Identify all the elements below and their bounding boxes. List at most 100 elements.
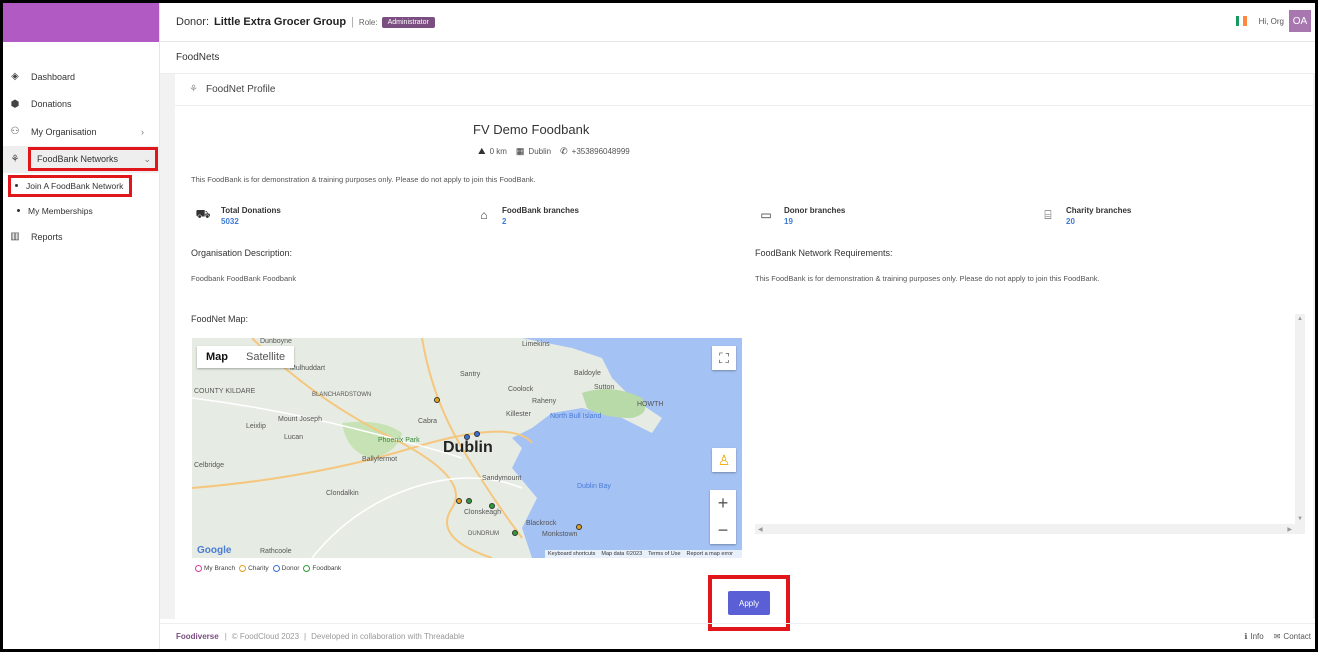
- demo-notice: This FoodBank is for demonstration & tra…: [191, 175, 536, 184]
- map-pin-foodbank[interactable]: [512, 530, 518, 536]
- sidebar-item-foodbank-networks[interactable]: ⚘ FoodBank Networks ⌄: [3, 145, 160, 173]
- network-icon: ⚘: [189, 84, 198, 95]
- cart-icon: ⛟: [195, 207, 211, 221]
- scroll-down-icon[interactable]: ▼: [1297, 516, 1303, 522]
- fullscreen-icon[interactable]: ⛶: [712, 346, 736, 370]
- bar-chart-icon: ▥: [10, 231, 20, 243]
- sidebar-item-label: Dashboard: [31, 71, 76, 82]
- map-place: BLANCHARDSTOWN: [312, 392, 372, 398]
- zoom-out-button[interactable]: −: [710, 517, 736, 544]
- scroll-up-icon[interactable]: ▲: [1297, 316, 1303, 322]
- sidebar-item-label: Reports: [31, 231, 63, 242]
- vertical-scrollbar[interactable]: ▲ ▼: [1295, 314, 1305, 534]
- map-pin-foodbank[interactable]: [466, 498, 472, 504]
- user-area: Hi, Org OA: [1235, 10, 1311, 32]
- footer-contact-link[interactable]: ✉ Contact: [1274, 632, 1311, 641]
- org-chart-icon: ⚇: [10, 126, 20, 138]
- map-place: Coolock: [508, 386, 534, 393]
- map-section-label: FoodNet Map:: [191, 314, 249, 324]
- sidebar-item-label: My Organisation: [31, 126, 97, 137]
- map-tab-satellite[interactable]: Satellite: [237, 346, 294, 368]
- stat-value: 2: [502, 217, 507, 226]
- map-place: HOWTH: [637, 401, 664, 408]
- horizontal-scrollbar[interactable]: ◀ ▶: [755, 524, 1295, 534]
- pegman-icon[interactable]: ♙: [712, 448, 736, 472]
- info-icon: ℹ: [1244, 632, 1248, 641]
- city: Dublin: [528, 147, 552, 156]
- map-footer-text: Map data ©2023: [601, 551, 643, 557]
- sidebar-subitem-join-network[interactable]: Join A FoodBank Network: [3, 173, 160, 198]
- sidebar-item-my-organisation[interactable]: ⚇ My Organisation ›: [3, 118, 160, 146]
- distance-icon: ⛰: [478, 146, 486, 156]
- map-place: Mount Joseph: [278, 416, 322, 423]
- map-place: Killester: [506, 411, 531, 418]
- foodnet-map[interactable]: Dunboyne Mulhuddart Santry Coolock Baldo…: [192, 338, 742, 558]
- map-pin-donor[interactable]: [464, 434, 470, 440]
- map-place: Rathcoole: [260, 548, 292, 555]
- footer-collab: Developed in collaboration with Threadab…: [311, 632, 465, 641]
- ireland-flag-icon[interactable]: [1235, 16, 1247, 26]
- role-badge: Administrator: [381, 16, 435, 28]
- sidebar-subitem-my-memberships[interactable]: My Memberships: [3, 198, 160, 223]
- sidebar-item-label: FoodBank Networks: [37, 154, 119, 165]
- map-place: Clonskeagh: [464, 509, 501, 516]
- footer-brand: Foodiverse: [176, 632, 219, 641]
- sidebar: ◈ Dashboard ⬢ Donations ⚇ My Organisatio…: [3, 3, 160, 649]
- footer-sep: |: [304, 632, 307, 641]
- map-place: Sutton: [594, 384, 615, 391]
- highlight-box: Join A FoodBank Network: [8, 174, 133, 197]
- map-place: North Bull Island: [550, 413, 602, 420]
- sidebar-item-reports[interactable]: ▥ Reports: [3, 223, 160, 251]
- map-pin-donor[interactable]: [474, 431, 480, 437]
- map-place: Leixlip: [246, 423, 266, 430]
- stat-label: FoodBank branches: [502, 206, 579, 215]
- map-footer-link[interactable]: Terms of Use: [648, 551, 680, 557]
- map-pin-charity[interactable]: [434, 397, 440, 403]
- foodbank-name: FV Demo Foodbank: [473, 122, 590, 137]
- map-place: Monkstown: [542, 531, 578, 538]
- building-icon: ▦: [515, 146, 525, 156]
- sidebar-subitem-label: My Memberships: [28, 205, 93, 216]
- footer-sep: |: [224, 632, 227, 641]
- sidebar-item-dashboard[interactable]: ◈ Dashboard: [3, 63, 160, 91]
- stat-value: 20: [1066, 217, 1075, 226]
- zoom-in-button[interactable]: +: [710, 490, 736, 517]
- bullet-icon: [15, 184, 18, 187]
- footer-info-link[interactable]: ℹ Info: [1244, 632, 1263, 641]
- scroll-left-icon[interactable]: ◀: [758, 526, 763, 533]
- box-icon: ⬢: [10, 98, 20, 110]
- donor-label: Donor:: [176, 16, 210, 28]
- distance: 0 km: [489, 147, 507, 156]
- map-footer-link[interactable]: Keyboard shortcuts: [548, 551, 595, 557]
- apply-button[interactable]: Apply: [728, 591, 770, 615]
- separator: |: [351, 16, 354, 28]
- stat-total-donations: ⛟ Total Donations 5032: [195, 206, 280, 226]
- legend-marker: [272, 565, 280, 572]
- legend-label: Charity: [248, 565, 269, 572]
- top-header: Donor: Little Extra Grocer Group | Role:…: [160, 3, 1315, 42]
- map-place: Celbridge: [194, 462, 224, 469]
- network-icon: ⚘: [10, 153, 20, 165]
- map-place: Phoenix Park: [378, 437, 420, 444]
- map-tab-map[interactable]: Map: [197, 346, 237, 368]
- legend-marker: [195, 565, 202, 572]
- scroll-right-icon[interactable]: ▶: [1287, 526, 1292, 533]
- footer-copyright: © FoodCloud 2023: [231, 632, 300, 641]
- map-place: Dunboyne: [260, 338, 292, 345]
- sidebar-item-donations[interactable]: ⬢ Donations: [3, 91, 160, 119]
- avatar[interactable]: OA: [1289, 10, 1311, 32]
- stat-charity-branches: ⌸ Charity branches 20: [1040, 206, 1131, 226]
- map-pin-charity[interactable]: [456, 498, 462, 504]
- map-pin-foodbank[interactable]: [489, 503, 495, 509]
- map-pin-charity[interactable]: [576, 524, 582, 530]
- requirements-scroll-panel[interactable]: ▲ ▼ ◀ ▶: [755, 314, 1305, 534]
- sidebar-subitem-label: Join A FoodBank Network: [26, 180, 124, 191]
- map-attribution: Keyboard shortcuts Map data ©2023 Terms …: [544, 550, 742, 558]
- map-place: Cabra: [418, 418, 438, 425]
- zoom-control: + −: [710, 490, 736, 544]
- profile-card: ⚘ FoodNet Profile FV Demo Foodbank ⛰ 0 km…: [175, 74, 1313, 631]
- map-legend: My Branch Charity Donor Foodbank: [195, 565, 345, 572]
- legend-label: Donor: [281, 565, 300, 572]
- google-logo: Google: [197, 545, 232, 556]
- map-footer-link[interactable]: Report a map error: [687, 551, 733, 557]
